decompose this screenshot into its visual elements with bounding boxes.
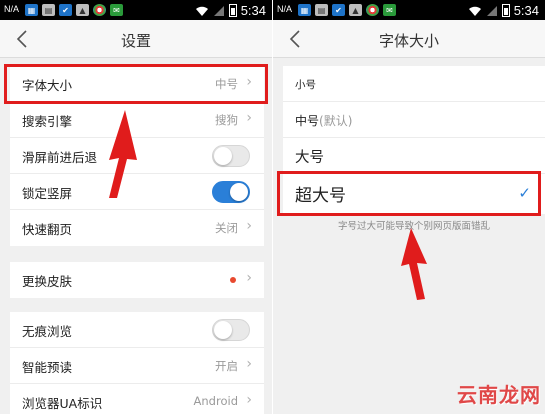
font-option-extra-large[interactable]: 超大号 ✓	[283, 174, 545, 214]
setting-label: 智能预读	[22, 360, 73, 375]
notification-mail-icon: ✉	[383, 4, 396, 16]
signal-icon	[486, 5, 497, 16]
notification-doc-icon: ▤	[42, 4, 55, 16]
setting-search-engine[interactable]: 搜索引擎 搜狗 ›	[10, 102, 264, 138]
chevron-right-icon: ›	[246, 270, 252, 286]
setting-label: 更换皮肤	[22, 274, 73, 289]
chevron-right-icon: ›	[246, 356, 252, 372]
setting-swipe-navigation: 滑屏前进后退	[10, 138, 264, 174]
wifi-icon	[195, 6, 208, 16]
setting-label: 搜索引擎	[22, 114, 73, 129]
setting-incognito: 无痕浏览	[10, 312, 264, 348]
setting-label: 滑屏前进后退	[22, 150, 98, 165]
settings-group-browsing: 无痕浏览 智能预读 开启 › 浏览器UA标识 Android ›	[10, 312, 264, 414]
signal-icon	[213, 5, 224, 16]
setting-label: 快速翻页	[22, 222, 73, 237]
lock-portrait-toggle[interactable]	[212, 181, 250, 203]
annotation-arrow-icon	[401, 228, 427, 300]
setting-label: 锁定竖屏	[22, 186, 73, 201]
setting-label: 无痕浏览	[22, 324, 73, 339]
battery-icon	[501, 4, 510, 17]
top-bar: 字体大小	[273, 20, 545, 58]
carrier-label: N/A	[4, 4, 20, 14]
chevron-right-icon: ›	[246, 218, 252, 234]
setting-lock-portrait: 锁定竖屏	[10, 174, 264, 210]
settings-group-theme: 更换皮肤 ›	[10, 262, 264, 298]
clock: 5:34	[513, 3, 539, 18]
settings-screen: N/A ▦ ▤ ✔ ▲ ✉ 5:34 设置 字体大小 中号 › 搜索引擎 搜狗 …	[0, 0, 272, 414]
status-bar: N/A ▦ ▤ ✔ ▲ ✉ 5:34	[0, 0, 272, 20]
setting-user-agent[interactable]: 浏览器UA标识 Android ›	[10, 384, 264, 414]
setting-label: 浏览器UA标识	[22, 396, 103, 411]
page-title: 字体大小	[378, 32, 439, 50]
toggle-knob	[214, 321, 232, 339]
notification-doc-icon: ▤	[315, 4, 328, 16]
checkmark-icon: ✓	[518, 184, 531, 202]
setting-font-size[interactable]: 字体大小 中号 ›	[10, 66, 264, 102]
font-option-large[interactable]: 大号	[283, 138, 545, 174]
notification-check-icon: ✔	[332, 4, 345, 16]
setting-change-skin[interactable]: 更换皮肤 ›	[10, 262, 264, 298]
notification-browser-icon	[93, 4, 106, 16]
font-option-medium[interactable]: 中号(默认)	[283, 102, 545, 138]
chevron-right-icon: ›	[246, 110, 252, 126]
font-size-options: 小号 中号(默认) 大号 超大号 ✓	[283, 66, 545, 214]
notification-browser-icon	[366, 4, 379, 16]
setting-value: 开启	[215, 359, 238, 373]
swipe-navigation-toggle[interactable]	[212, 145, 250, 167]
notification-check-icon: ✔	[59, 4, 72, 16]
font-option-label: 中号(默认)	[295, 114, 353, 128]
font-size-screen: N/A ▦ ▤ ✔ ▲ ✉ 5:34 字体大小 小号 中号(默认) 大号 超大号…	[273, 0, 545, 414]
notification-icons: ▦ ▤ ✔ ▲ ✉	[298, 4, 396, 16]
setting-value: 搜狗	[215, 113, 238, 127]
incognito-toggle[interactable]	[212, 319, 250, 341]
setting-value: Android	[193, 394, 238, 408]
notification-image-icon: ▲	[349, 4, 362, 16]
toggle-knob	[214, 147, 232, 165]
watermark-logo: 云南龙网	[457, 383, 541, 407]
status-bar: N/A ▦ ▤ ✔ ▲ ✉ 5:34	[273, 0, 545, 20]
setting-value: 中号	[215, 77, 238, 91]
chevron-right-icon: ›	[246, 392, 252, 408]
font-option-label: 小号	[295, 79, 316, 91]
setting-quick-page-turn[interactable]: 快速翻页 关闭 ›	[10, 210, 264, 246]
font-option-small[interactable]: 小号	[283, 66, 545, 102]
battery-icon	[228, 4, 237, 17]
settings-group-display: 字体大小 中号 › 搜索引擎 搜狗 › 滑屏前进后退 锁定竖屏 快速翻页 关闭 …	[10, 66, 264, 246]
new-badge-dot	[230, 277, 236, 283]
setting-label: 字体大小	[22, 78, 73, 93]
notification-icons: ▦ ▤ ✔ ▲ ✉	[25, 4, 123, 16]
page-title: 设置	[120, 32, 151, 50]
notification-app-icon: ▦	[298, 4, 311, 16]
setting-value: 关闭	[215, 221, 238, 235]
toggle-knob	[230, 183, 248, 201]
carrier-label: N/A	[277, 4, 293, 14]
clock: 5:34	[240, 3, 266, 18]
wifi-icon	[468, 6, 481, 16]
chevron-right-icon: ›	[246, 74, 252, 90]
notification-image-icon: ▲	[76, 4, 89, 16]
notification-app-icon: ▦	[25, 4, 38, 16]
notification-mail-icon: ✉	[110, 4, 123, 16]
font-option-label: 超大号	[295, 186, 346, 206]
font-option-label: 大号	[295, 150, 324, 166]
setting-smart-preload[interactable]: 智能预读 开启 ›	[10, 348, 264, 384]
font-size-warning: 字号过大可能导致个别网页版面错乱	[337, 221, 490, 232]
top-bar: 设置	[0, 20, 272, 58]
